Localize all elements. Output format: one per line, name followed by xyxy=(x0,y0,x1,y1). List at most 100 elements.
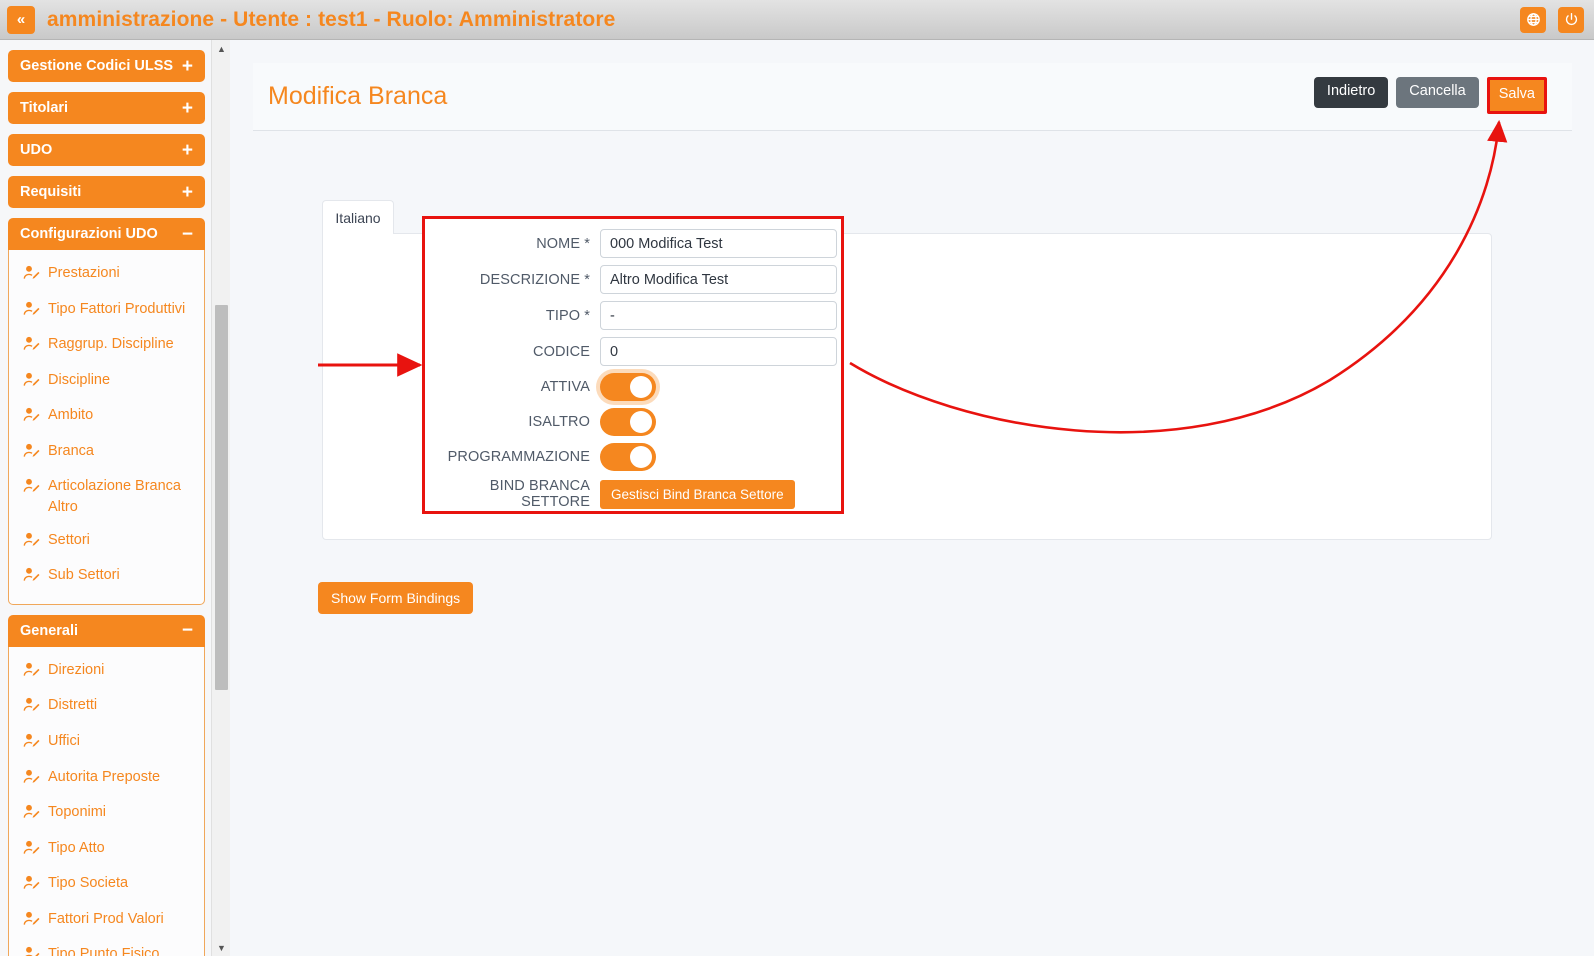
isaltro-toggle[interactable] xyxy=(600,408,656,436)
sidebar-item-label: Tipo Societa xyxy=(48,873,128,894)
tab-italiano[interactable]: Italiano xyxy=(322,200,394,234)
field-label: NOME * xyxy=(425,236,600,252)
user-edit-icon xyxy=(23,733,40,755)
form-row: NOME * xyxy=(425,229,841,258)
sidebar-item-label: Ambito xyxy=(48,405,93,426)
scroll-up-arrow[interactable]: ▲ xyxy=(212,40,231,57)
sidebar-group-generali[interactable]: Generali − xyxy=(8,615,205,647)
globe-icon xyxy=(1526,12,1541,27)
user-edit-icon xyxy=(23,407,40,429)
sidebar-item-tipo-societa[interactable]: Tipo Societa xyxy=(9,867,204,903)
field-label: ISALTRO xyxy=(425,414,600,430)
field-label: DESCRIZIONE * xyxy=(425,272,600,288)
sidebar-item-sub-settori[interactable]: Sub Settori xyxy=(9,559,204,595)
sidebar-item-fattori-prod-valori[interactable]: Fattori Prod Valori xyxy=(9,903,204,939)
sidebar-item-label: Tipo Fattori Produttivi xyxy=(48,299,185,320)
attiva-toggle[interactable] xyxy=(600,373,656,401)
sidebar-group-label: Generali xyxy=(20,623,78,639)
sidebar-item-label: Branca xyxy=(48,441,94,462)
sidebar-item-label: Prestazioni xyxy=(48,263,120,284)
app-title: amministrazione - Utente : test1 - Ruolo… xyxy=(47,8,615,32)
user-edit-icon xyxy=(23,697,40,719)
sidebar-item-label: Articolazione Branca Altro xyxy=(48,476,194,517)
user-edit-icon xyxy=(23,265,40,287)
scroll-down-arrow[interactable]: ▼ xyxy=(212,939,231,956)
sidebar-item-label: Uffici xyxy=(48,731,80,752)
sidebar-item-label: Discipline xyxy=(48,370,110,391)
field-label: PROGRAMMAZIONE xyxy=(425,449,600,465)
sidebar-item-articolazione-branca-altro[interactable]: Articolazione Branca Altro xyxy=(9,470,204,523)
sidebar-item-raggrup-discipline[interactable]: Raggrup. Discipline xyxy=(9,328,204,364)
logout-button[interactable] xyxy=(1558,7,1584,33)
plus-icon: + xyxy=(182,141,193,160)
user-edit-icon xyxy=(23,662,40,684)
tipo-input[interactable] xyxy=(600,301,837,330)
sidebar-item-settori[interactable]: Settori xyxy=(9,524,204,560)
user-edit-icon xyxy=(23,336,40,358)
page-header: Modifica Branca Indietro Cancella Salva xyxy=(253,63,1572,131)
sidebar-item-direzioni[interactable]: Direzioni xyxy=(9,654,204,690)
user-edit-icon xyxy=(23,478,40,500)
application-window: « amministrazione - Utente : test1 - Ruo… xyxy=(0,0,1594,956)
language-button[interactable] xyxy=(1520,7,1546,33)
sidebar-item-prestazioni[interactable]: Prestazioni xyxy=(9,257,204,293)
sidebar-item-label: Sub Settori xyxy=(48,565,120,586)
user-edit-icon xyxy=(23,532,40,554)
sidebar-group-configurazioni-udo[interactable]: Configurazioni UDO − xyxy=(8,218,205,250)
sidebar[interactable]: Gestione Codici ULSS+ Titolari+ UDO + Requis… xyxy=(0,40,211,956)
sidebar-item-autorita-preposte[interactable]: Autorita Preposte xyxy=(9,761,204,797)
field-label: TIPO * xyxy=(425,308,600,324)
programmazione-toggle[interactable] xyxy=(600,443,656,471)
sidebar-item-discipline[interactable]: Discipline xyxy=(9,364,204,400)
sidebar-item-distretti[interactable]: Distretti xyxy=(9,689,204,725)
plus-icon: + xyxy=(182,57,193,76)
chevron-left-double-icon: « xyxy=(17,11,25,28)
topbar-actions xyxy=(1520,7,1584,33)
sidebar-group-body: Direzioni Distretti Uffici Autorita Prepost… xyxy=(8,647,205,956)
sidebar-item-tipo-atto[interactable]: Tipo Atto xyxy=(9,832,204,868)
sidebar-group-label: Configurazioni UDO xyxy=(20,226,158,242)
minus-icon: − xyxy=(182,621,193,640)
salva-button[interactable]: Salva xyxy=(1490,80,1544,111)
sidebar-group-gestione-codici-ulss[interactable]: Gestione Codici ULSS+ xyxy=(8,50,205,82)
sidebar-item-ambito[interactable]: Ambito xyxy=(9,399,204,435)
sidebar-scrollbar[interactable]: ▲ ▼ xyxy=(211,40,230,956)
sidebar-collapse-button[interactable]: « xyxy=(7,6,35,34)
sidebar-item-uffici[interactable]: Uffici xyxy=(9,725,204,761)
show-form-bindings-button[interactable]: Show Form Bindings xyxy=(318,582,473,614)
nome-input[interactable] xyxy=(600,229,837,258)
sidebar-group-label: Requisiti xyxy=(20,184,81,200)
field-label: ATTIVA xyxy=(425,379,600,395)
sidebar-group-label: UDO xyxy=(20,142,52,158)
toggle-knob xyxy=(630,376,652,398)
descrizione-input[interactable] xyxy=(600,265,837,294)
user-edit-icon xyxy=(23,804,40,826)
form-row: BIND BRANCA SETTOREGestisci Bind Branca … xyxy=(425,478,841,510)
sidebar-group-titolari[interactable]: Titolari+ xyxy=(8,92,205,124)
form-row: ATTIVA xyxy=(425,373,841,401)
indietro-button[interactable]: Indietro xyxy=(1314,77,1388,108)
sidebar-item-tipo-fattori-produttivi[interactable]: Tipo Fattori Produttivi xyxy=(9,293,204,329)
sidebar-item-label: Distretti xyxy=(48,695,97,716)
cancella-button[interactable]: Cancella xyxy=(1396,77,1478,108)
user-edit-icon xyxy=(23,769,40,791)
form-row: PROGRAMMAZIONE xyxy=(425,443,841,471)
sidebar-item-label: Fattori Prod Valori xyxy=(48,909,164,930)
page-actions: Indietro Cancella Salva xyxy=(1314,77,1547,114)
sidebar-item-label: Direzioni xyxy=(48,660,104,681)
sidebar-item-tipo-punto-fisico[interactable]: Tipo Punto Fisico xyxy=(9,938,204,956)
sidebar-group-udo[interactable]: UDO + xyxy=(8,134,205,166)
user-edit-icon xyxy=(23,875,40,897)
sidebar-item-branca[interactable]: Branca xyxy=(9,435,204,471)
minus-icon: − xyxy=(182,225,193,244)
sidebar-item-toponimi[interactable]: Toponimi xyxy=(9,796,204,832)
gestisci-bind-branca-settore-button[interactable]: Gestisci Bind Branca Settore xyxy=(600,480,795,509)
power-icon xyxy=(1564,12,1579,27)
codice-input[interactable] xyxy=(600,337,837,366)
toggle-knob xyxy=(630,446,652,468)
scrollbar-thumb[interactable] xyxy=(215,305,228,690)
user-edit-icon xyxy=(23,567,40,589)
sidebar-group-requisiti[interactable]: Requisiti+ xyxy=(8,176,205,208)
plus-icon: + xyxy=(182,99,193,118)
user-edit-icon xyxy=(23,946,40,956)
